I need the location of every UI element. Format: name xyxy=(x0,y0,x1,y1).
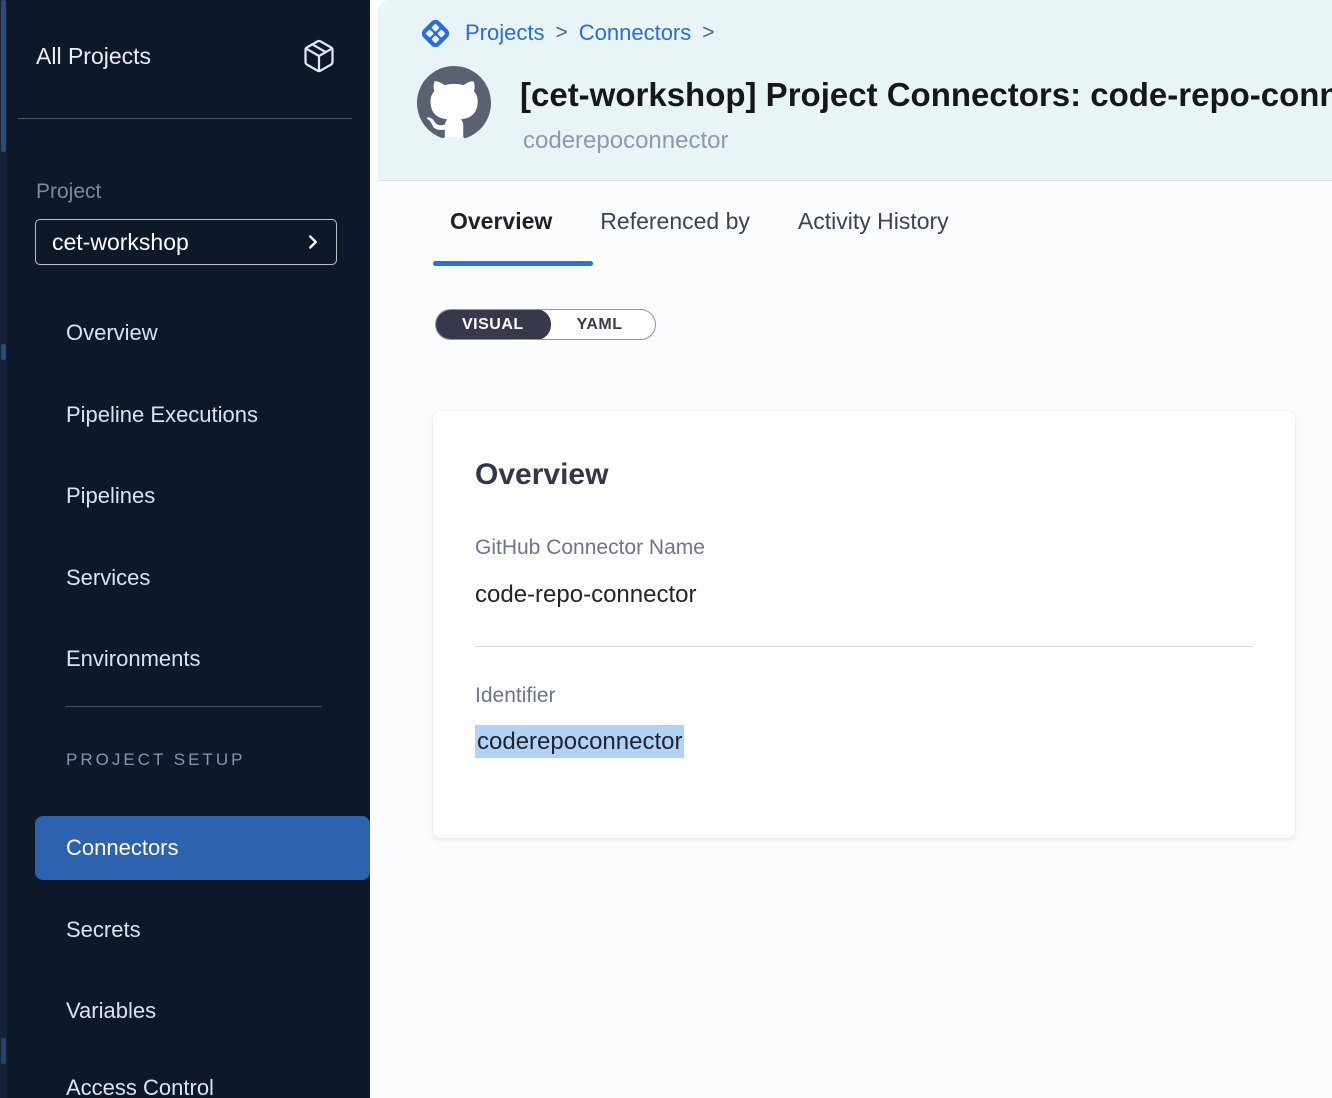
card-divider xyxy=(475,646,1253,647)
cube-icon[interactable] xyxy=(301,38,337,74)
sidebar-item-variables[interactable]: Variables xyxy=(0,989,370,1033)
breadcrumb-link-connectors[interactable]: Connectors xyxy=(579,20,692,46)
project-selector-value: cet-workshop xyxy=(52,220,189,264)
all-projects-row: All Projects xyxy=(36,38,350,74)
project-label: Project xyxy=(36,180,101,204)
card-title: Overview xyxy=(475,458,608,492)
github-icon xyxy=(417,66,491,140)
tab-activity-history[interactable]: Activity History xyxy=(798,208,949,235)
toggle-option-visual[interactable]: VISUAL xyxy=(435,309,551,340)
toggle-option-yaml[interactable]: YAML xyxy=(551,310,655,339)
harness-logo-icon xyxy=(417,15,454,52)
chevron-right-icon xyxy=(302,231,324,253)
page-header: Projects > Connectors > [cet-workshop] P… xyxy=(378,0,1332,181)
sidebar-item-services[interactable]: Services xyxy=(0,556,370,600)
breadcrumb-separator: > xyxy=(702,21,714,45)
project-setup-section-label: PROJECT SETUP xyxy=(66,750,245,770)
sidebar-item-access-control[interactable]: Access Control xyxy=(0,1066,370,1098)
overview-card: Overview GitHub Connector Name code-repo… xyxy=(433,411,1295,838)
sidebar-item-environments[interactable]: Environments xyxy=(0,637,370,681)
project-selector[interactable]: cet-workshop xyxy=(35,219,337,265)
tab-bar: Overview Referenced by Activity History xyxy=(450,208,949,235)
sidebar-item-connectors[interactable]: Connectors xyxy=(35,816,370,880)
field-label-connector-name: GitHub Connector Name xyxy=(475,536,705,560)
field-label-identifier: Identifier xyxy=(475,684,556,708)
field-value-connector-name: code-repo-connector xyxy=(475,581,696,609)
sidebar-item-secrets[interactable]: Secrets xyxy=(0,908,370,952)
field-value-identifier: coderepoconnector xyxy=(475,728,684,756)
main-content: Projects > Connectors > [cet-workshop] P… xyxy=(370,0,1332,1098)
rail-accent xyxy=(1,0,6,152)
identifier-selected-text: coderepoconnector xyxy=(475,725,684,758)
sidebar-item-overview[interactable]: Overview xyxy=(0,311,370,355)
sidebar-divider xyxy=(65,706,322,707)
sidebar-item-pipeline-executions[interactable]: Pipeline Executions xyxy=(0,393,370,437)
breadcrumb-link-projects[interactable]: Projects xyxy=(465,20,544,46)
active-tab-indicator xyxy=(433,261,593,266)
visual-yaml-toggle[interactable]: VISUAL YAML xyxy=(435,309,656,340)
app-window: All Projects Project cet-workshop Overvi… xyxy=(0,0,1332,1098)
sidebar: All Projects Project cet-workshop Overvi… xyxy=(0,0,370,1098)
tab-overview[interactable]: Overview xyxy=(450,208,552,235)
tab-referenced-by[interactable]: Referenced by xyxy=(600,208,750,235)
page-subtitle: coderepoconnector xyxy=(523,127,728,155)
rail-accent xyxy=(1,1038,6,1064)
page-title: [cet-workshop] Project Connectors: code-… xyxy=(520,76,1332,118)
breadcrumb-separator: > xyxy=(555,21,567,45)
sidebar-divider xyxy=(18,118,352,119)
sidebar-item-pipelines[interactable]: Pipelines xyxy=(0,474,370,518)
all-projects-label[interactable]: All Projects xyxy=(36,43,151,69)
breadcrumb: Projects > Connectors > xyxy=(417,14,715,52)
